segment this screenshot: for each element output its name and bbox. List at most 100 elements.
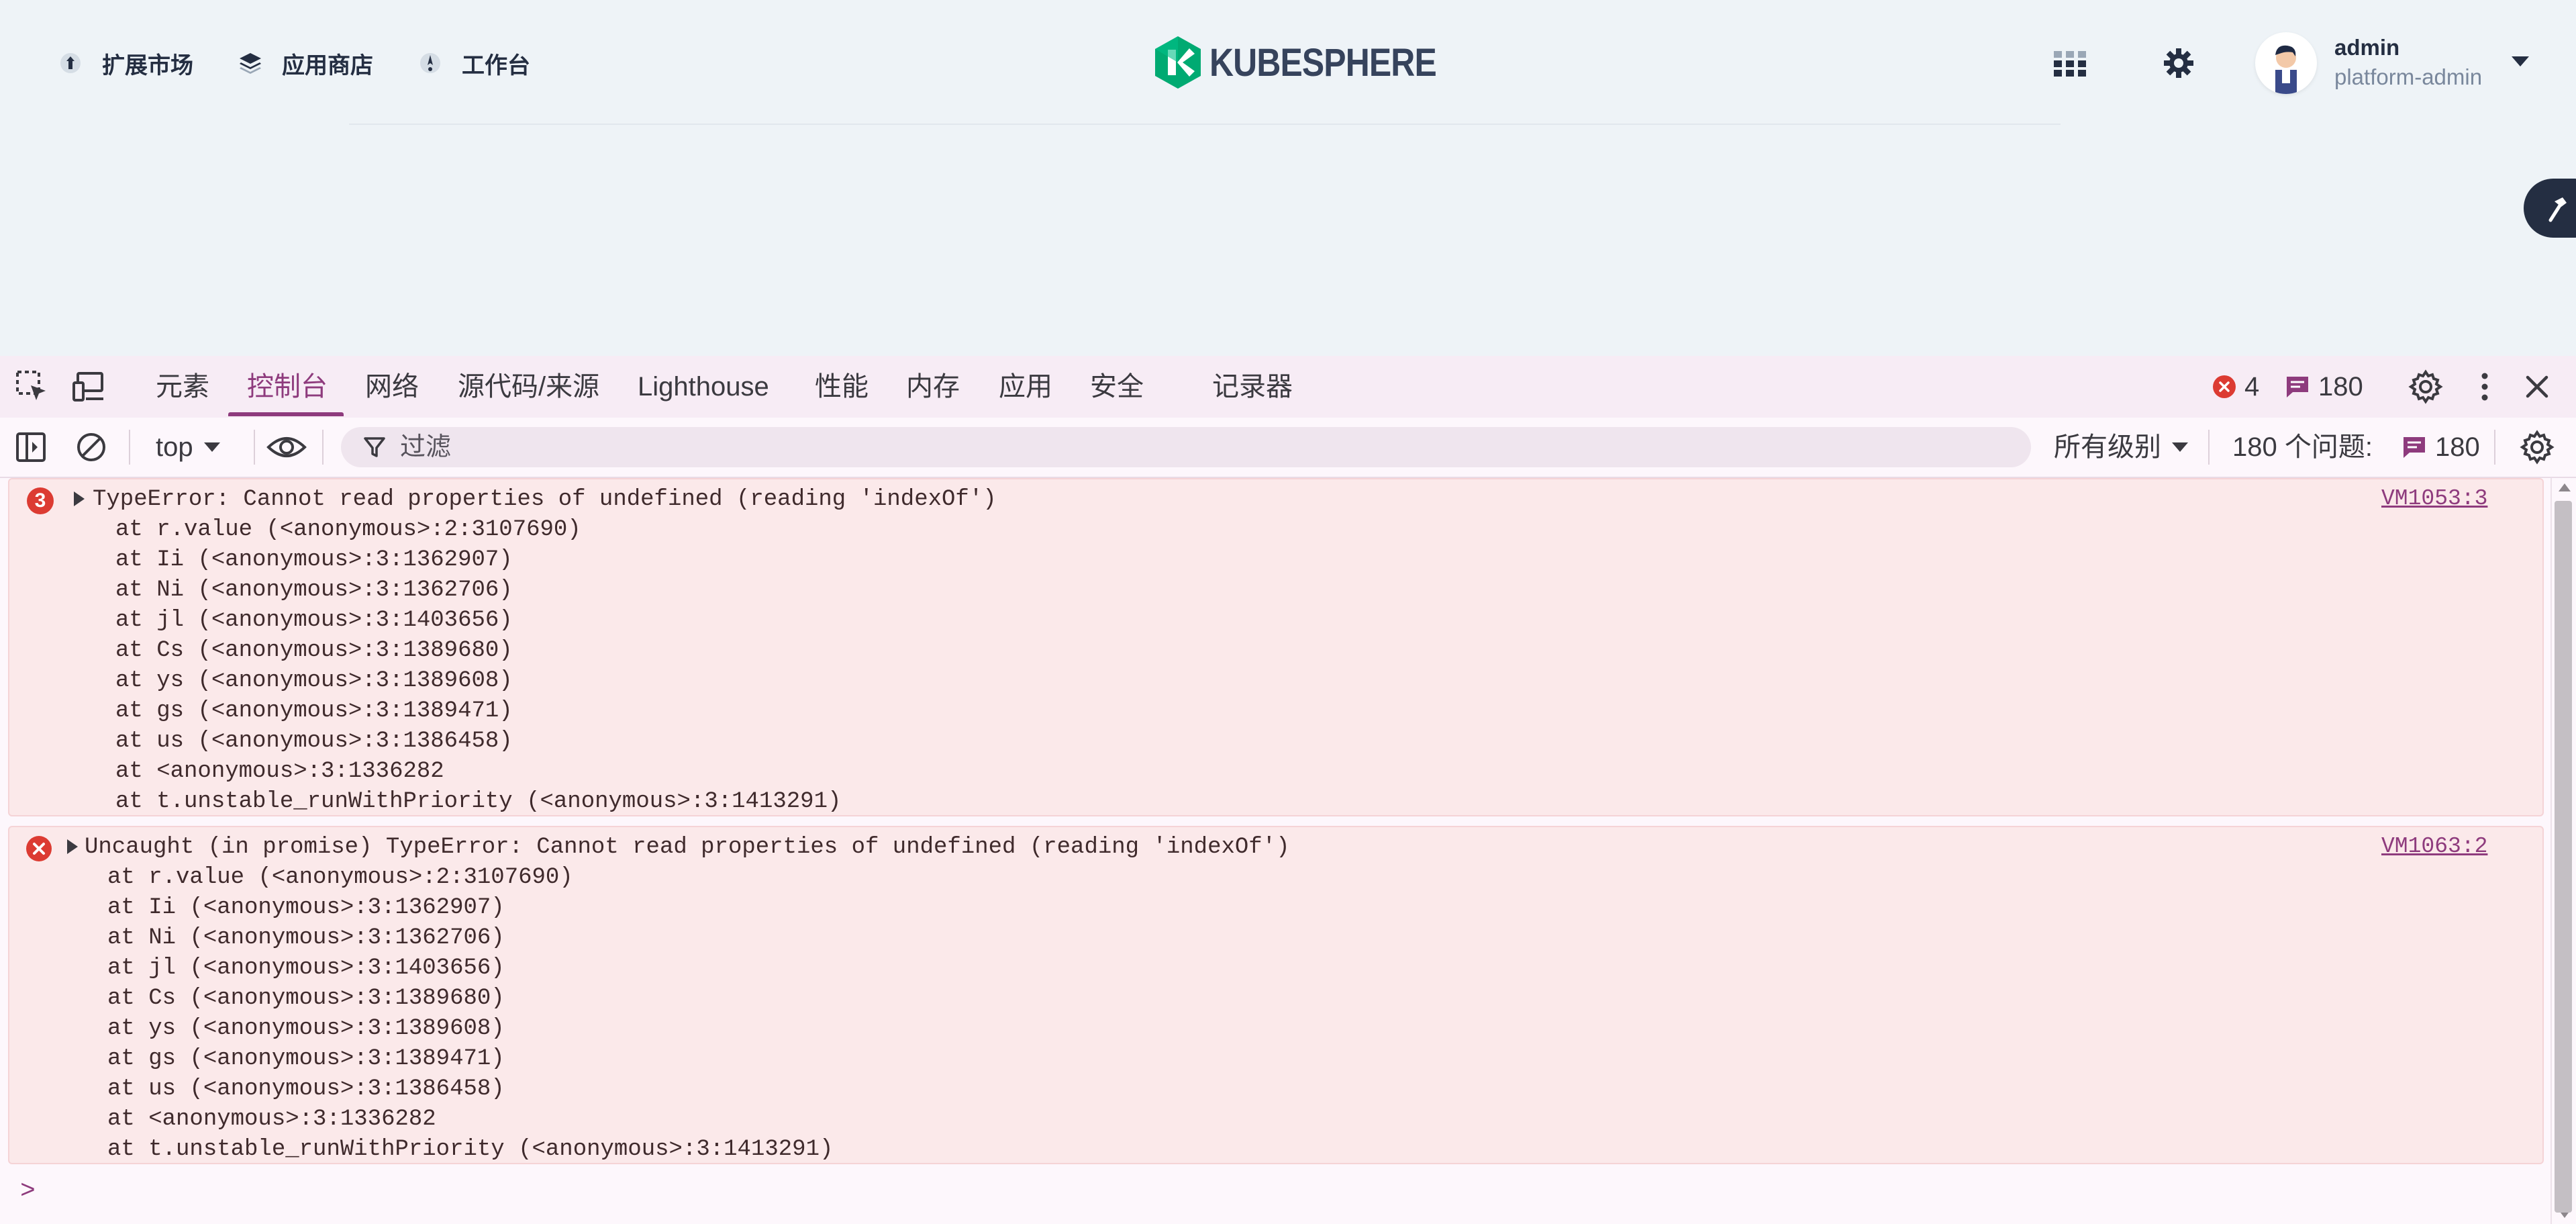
repeat-count-badge: 3 xyxy=(27,487,54,514)
stack-line[interactable]: at ys (<anonymous>:3:1389608) xyxy=(115,666,513,696)
tab-network[interactable]: 网络 xyxy=(365,368,419,406)
workbench-icon xyxy=(420,53,440,73)
tab-application[interactable]: 应用 xyxy=(999,368,1052,406)
user-menu-chevron-down-icon[interactable] xyxy=(2512,56,2529,66)
kubesphere-logo[interactable]: KUBESPHERE xyxy=(1153,35,1473,90)
stack-line[interactable]: at Ii (<anonymous>:3:1362907) xyxy=(115,545,513,575)
stack-line[interactable]: at us (<anonymous>:3:1386458) xyxy=(115,726,513,757)
error-counter[interactable]: 4 xyxy=(2212,368,2259,406)
tab-memory[interactable]: 内存 xyxy=(906,368,960,406)
close-icon[interactable] xyxy=(2518,368,2556,406)
logo-text: KUBESPHERE xyxy=(1209,40,1437,85)
stack-line[interactable]: at gs (<anonymous>:3:1389471) xyxy=(107,1044,505,1074)
chevron-down-icon xyxy=(2172,442,2188,452)
issues-link[interactable]: 180 个问题: xyxy=(2232,428,2373,466)
filter-input[interactable]: 过滤 xyxy=(341,427,2031,467)
stack-line[interactable]: at Cs (<anonymous>:3:1389680) xyxy=(107,984,505,1014)
stack-line[interactable]: at r.value (<anonymous>:2:3107690) xyxy=(115,515,581,545)
issues-count: 180 xyxy=(2435,432,2480,462)
tab-lighthouse[interactable]: Lighthouse xyxy=(638,368,769,406)
user-avatar-icon xyxy=(2275,45,2297,94)
header-divider xyxy=(349,124,2061,125)
stack-line[interactable]: at r.value (<anonymous>:2:3107690) xyxy=(107,863,573,893)
stack-line[interactable]: at gs (<anonymous>:3:1389471) xyxy=(115,696,513,726)
tab-recorder[interactable]: 记录器 xyxy=(1212,368,1293,406)
gear-icon[interactable] xyxy=(2161,46,2196,81)
tab-elements[interactable]: 元素 xyxy=(156,368,209,406)
stack-line[interactable]: at jl (<anonymous>:3:1403656) xyxy=(115,606,513,636)
live-expression-eye-icon[interactable] xyxy=(266,428,307,466)
error-text[interactable]: Uncaught (in promise) TypeError: Cannot … xyxy=(85,833,1290,863)
error-icon xyxy=(26,836,52,861)
issues-counter[interactable]: 180 xyxy=(2401,428,2480,466)
devtools-settings-gear-icon[interactable] xyxy=(2407,368,2444,406)
console-toolbar: top 过滤 所有级别 180 个问题: 180 xyxy=(0,418,2576,478)
message-count: 180 xyxy=(2318,371,2363,402)
expand-triangle-icon[interactable] xyxy=(67,839,78,854)
scroll-up-arrow-icon[interactable] xyxy=(2559,483,2571,491)
hammer-icon xyxy=(2548,197,2567,222)
toolbar-separator xyxy=(2494,430,2495,465)
console-settings-gear-icon[interactable] xyxy=(2518,428,2556,466)
scrollbar-thumb[interactable] xyxy=(2555,501,2572,1213)
stack-line[interactable]: at jl (<anonymous>:3:1403656) xyxy=(107,953,505,984)
stack-line[interactable]: at <anonymous>:3:1336282 xyxy=(115,757,444,787)
stack-line[interactable]: at Ni (<anonymous>:3:1362706) xyxy=(115,575,513,606)
devtools-panel: 元素 控制台 网络 源代码/来源 Lighthouse 性能 内存 应用 安全 … xyxy=(0,356,2576,1224)
app-header: 扩展市场 应用商店 工作台 KUBESPHERE admin platform-… xyxy=(0,0,2576,125)
kubesphere-logo-icon xyxy=(1155,36,1201,89)
apps-grid-icon[interactable] xyxy=(2052,48,2087,78)
nav-app-store-label: 应用商店 xyxy=(282,52,373,79)
message-counter[interactable]: 180 xyxy=(2285,368,2363,406)
user-role: platform-admin xyxy=(2334,64,2483,89)
expand-triangle-icon[interactable] xyxy=(74,491,85,506)
stack-line[interactable]: at t.unstable_runWithPriority (<anonymou… xyxy=(107,1135,833,1165)
devtools-tabbar: 元素 控制台 网络 源代码/来源 Lighthouse 性能 内存 应用 安全 … xyxy=(0,356,2576,419)
issues-label: 180 个问题: xyxy=(2232,432,2373,462)
active-tab-indicator xyxy=(228,412,344,416)
tab-security[interactable]: 安全 xyxy=(1090,368,1144,406)
stack-line[interactable]: at Ni (<anonymous>:3:1362706) xyxy=(107,923,505,953)
console-prompt[interactable]: > xyxy=(20,1176,36,1207)
context-selector[interactable]: top xyxy=(156,428,220,466)
device-toolbar-icon[interactable] xyxy=(71,368,109,406)
log-level-value: 所有级别 xyxy=(2054,432,2161,462)
log-level-selector[interactable]: 所有级别 xyxy=(2054,428,2188,466)
context-value: top xyxy=(156,432,193,462)
stack-line[interactable]: at t.unstable_runWithPriority (<anonymou… xyxy=(115,787,841,817)
console-error-message[interactable]: Uncaught (in promise) TypeError: Cannot … xyxy=(8,826,2544,1164)
sidebar-toggle-icon[interactable] xyxy=(12,428,50,466)
nav-workbench[interactable]: 工作台 xyxy=(416,42,530,85)
source-link[interactable]: VM1053:3 xyxy=(2381,486,2487,511)
stack-line[interactable]: at Cs (<anonymous>:3:1389680) xyxy=(115,636,513,666)
issue-message-icon xyxy=(2404,437,2425,458)
avatar[interactable] xyxy=(2255,32,2317,94)
tab-performance[interactable]: 性能 xyxy=(815,368,869,406)
filter-placeholder: 过滤 xyxy=(400,433,452,461)
toolbar-separator xyxy=(129,430,130,465)
message-icon xyxy=(2287,377,2308,397)
stack-line[interactable]: at <anonymous>:3:1336282 xyxy=(107,1104,436,1135)
tab-console[interactable]: 控制台 xyxy=(247,368,328,406)
nav-extension-market[interactable]: 扩展市场 xyxy=(56,42,193,85)
console-messages: 3 TypeError: Cannot read properties of u… xyxy=(0,478,2550,1224)
source-link[interactable]: VM1063:2 xyxy=(2381,834,2487,859)
stack-line[interactable]: at us (<anonymous>:3:1386458) xyxy=(107,1074,505,1104)
error-count: 4 xyxy=(2244,371,2260,402)
console-error-message[interactable]: 3 TypeError: Cannot read properties of u… xyxy=(8,478,2544,816)
toolbox-button[interactable] xyxy=(2524,179,2576,238)
nav-app-store[interactable]: 应用商店 xyxy=(236,42,373,85)
toolbar-separator xyxy=(2208,430,2210,465)
stack-line[interactable]: at Ii (<anonymous>:3:1362907) xyxy=(107,893,505,923)
error-text[interactable]: TypeError: Cannot read properties of und… xyxy=(93,485,997,515)
nav-workbench-label: 工作台 xyxy=(462,52,530,79)
toolbar-separator xyxy=(322,430,324,465)
user-name: admin xyxy=(2334,35,2400,60)
more-options-icon[interactable] xyxy=(2466,368,2504,406)
inspect-element-icon[interactable] xyxy=(13,368,51,406)
stack-line[interactable]: at ys (<anonymous>:3:1389608) xyxy=(107,1014,505,1044)
tab-sources[interactable]: 源代码/来源 xyxy=(458,368,599,406)
nav-extension-market-label: 扩展市场 xyxy=(102,52,193,79)
extension-icon xyxy=(60,53,81,73)
clear-console-icon[interactable] xyxy=(72,428,110,466)
